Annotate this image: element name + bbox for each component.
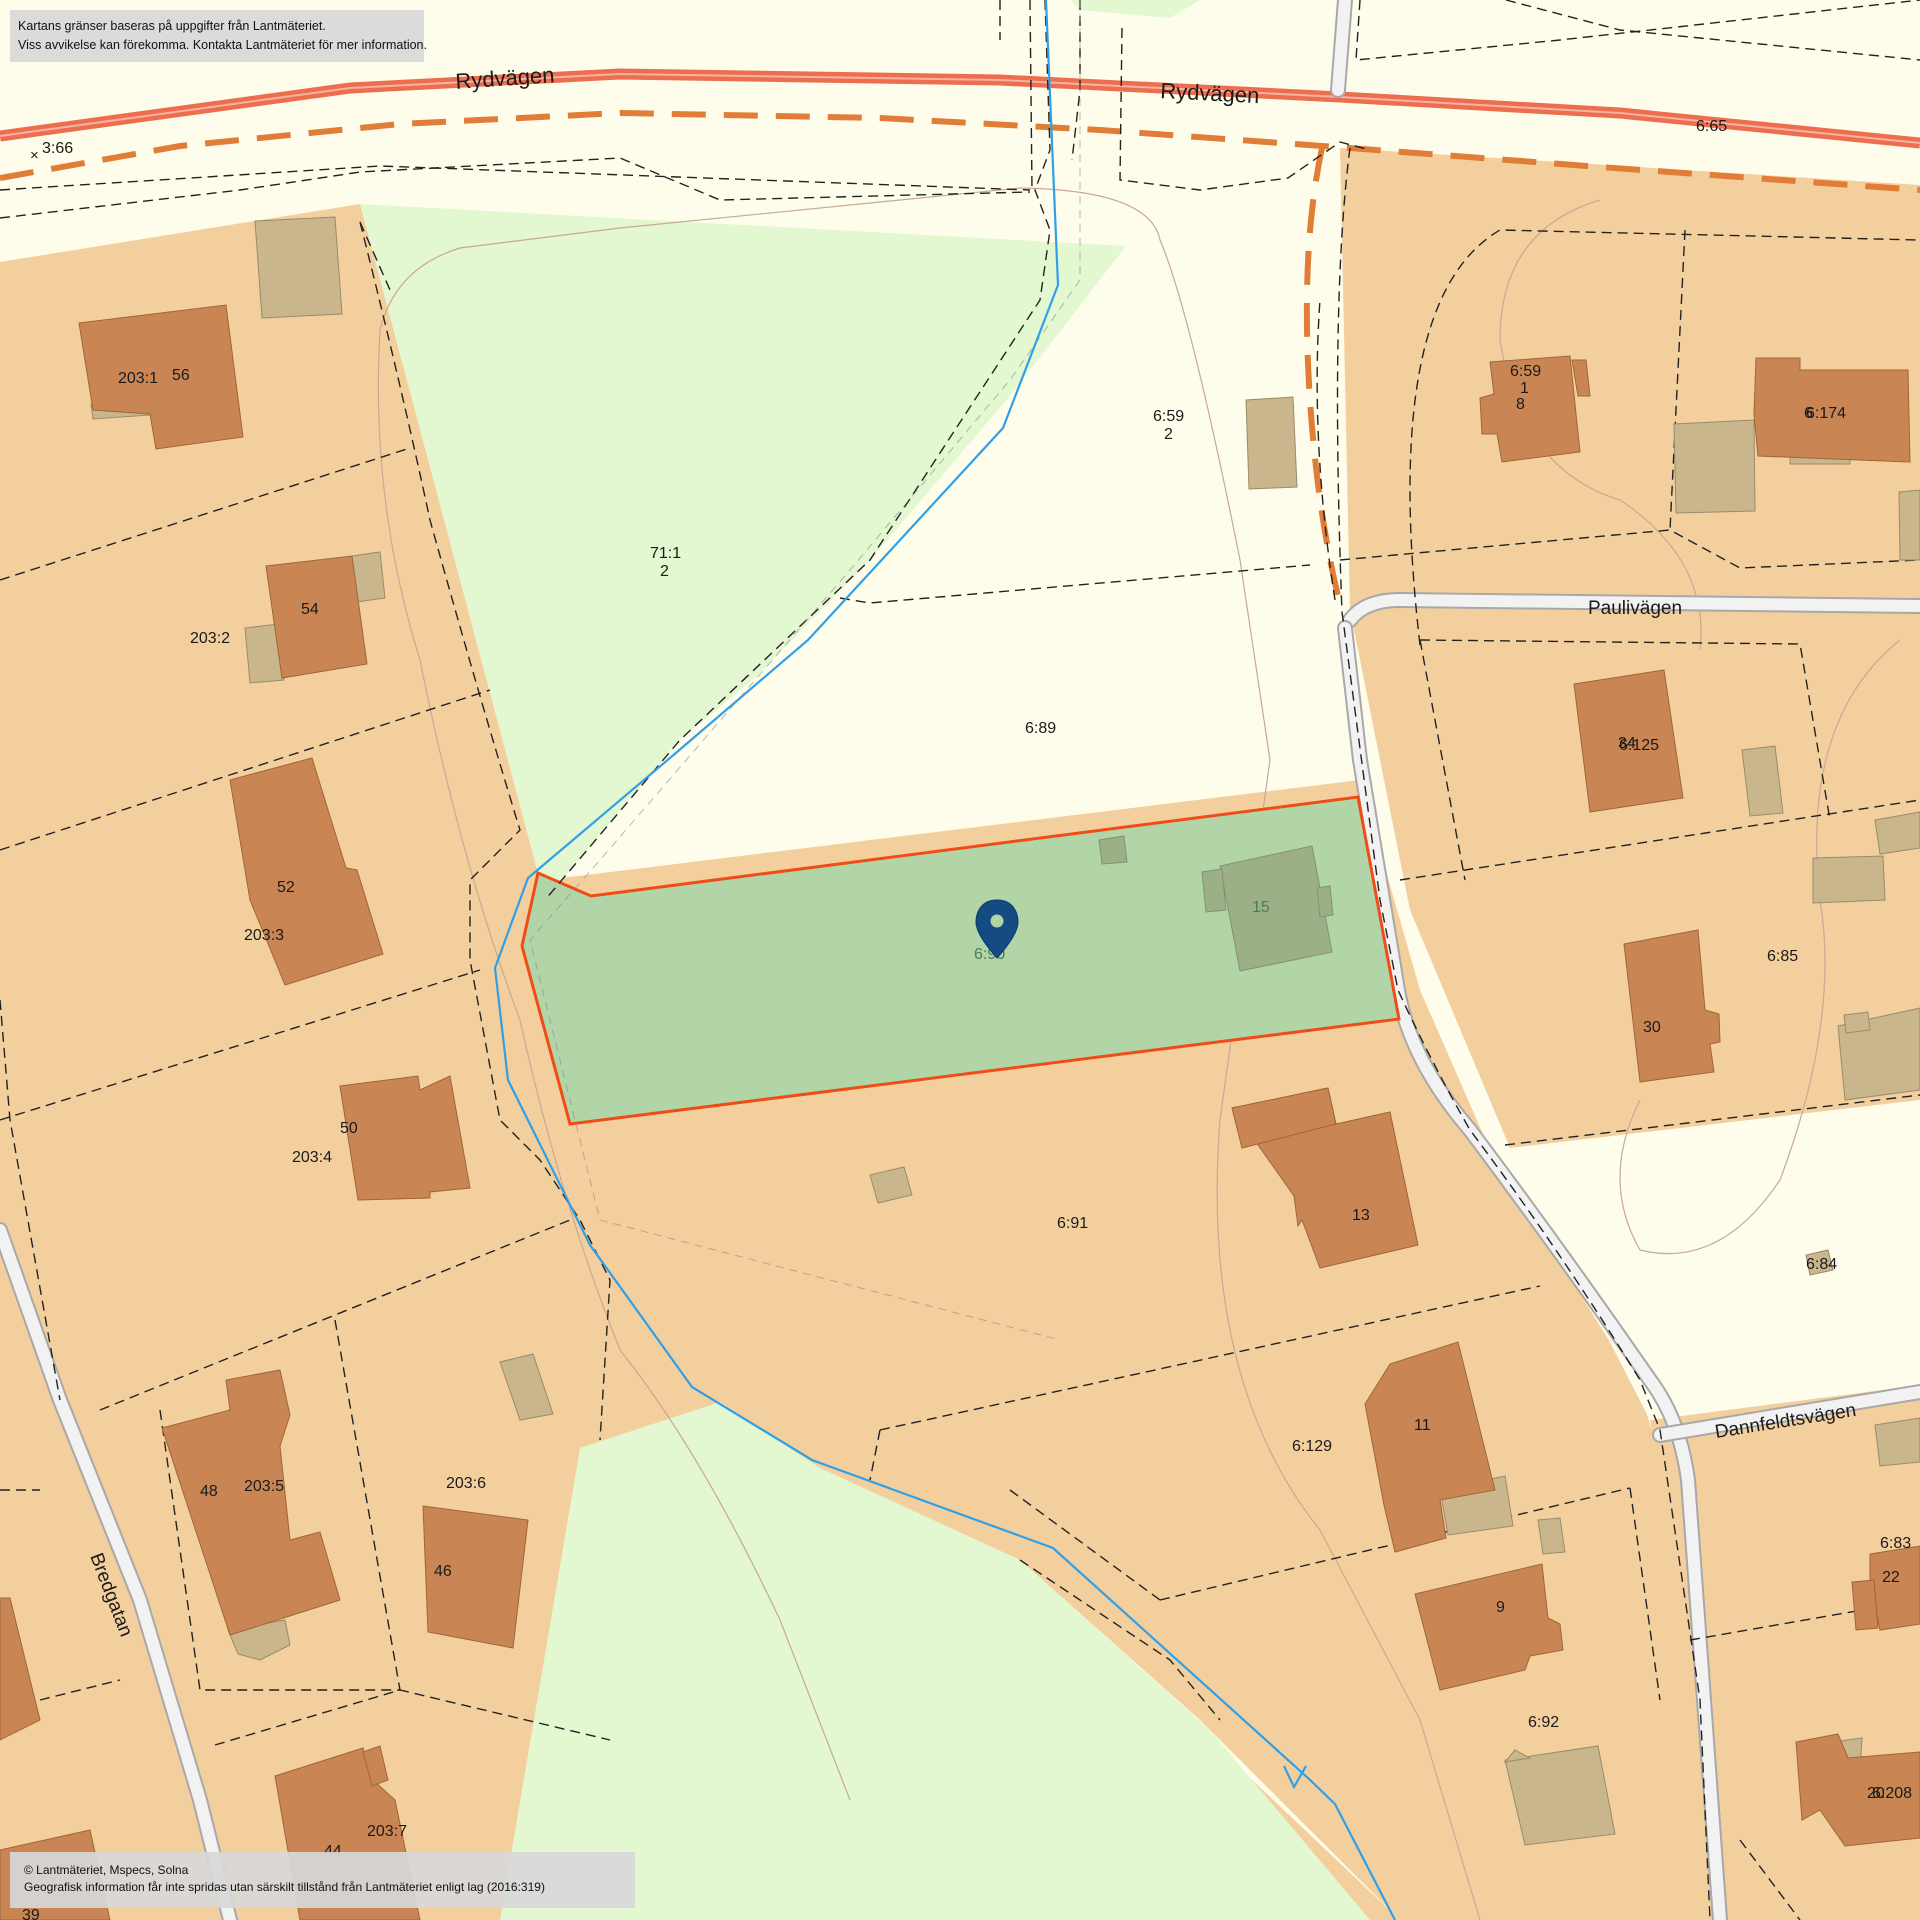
parcel-label: 6:85	[1767, 948, 1798, 965]
house-number: 13	[1352, 1207, 1370, 1224]
map-copyright: © Lantmäteriet, Mspecs, Solna Geografisk…	[10, 1852, 635, 1908]
outbuilding	[1673, 419, 1756, 514]
road-label-paulivagen: Paulivägen	[1588, 598, 1682, 619]
property-map[interactable]: Rydvägen Rydvägen Paulivägen Dannfeldtsv…	[0, 0, 1920, 1920]
outbuilding	[254, 216, 343, 319]
map-disclaimer: Kartans gränser baseras på uppgifter frå…	[10, 10, 427, 62]
outbuilding	[1843, 1011, 1871, 1034]
parcel-label: 203:6	[446, 1475, 486, 1492]
house-number: 34	[1618, 735, 1636, 752]
parcel-label: 203:7	[367, 1823, 407, 1840]
house-number: 22	[1882, 1569, 1900, 1586]
house-number: 56	[172, 367, 190, 384]
parcel-label: 6:83	[1880, 1535, 1911, 1552]
parcel-label: 71:1	[650, 545, 681, 562]
parcel-label: 6:129	[1292, 1438, 1332, 1455]
parcel-label: 6:59	[1153, 408, 1184, 425]
parcel-label: 6:65	[1696, 118, 1727, 135]
outbuilding	[1537, 1517, 1566, 1555]
house-number: 9	[1496, 1599, 1505, 1616]
shed	[1098, 835, 1128, 865]
house-15	[1219, 845, 1333, 972]
house-number: 20	[1867, 1785, 1885, 1802]
parcel-label: 2	[660, 563, 669, 580]
copyright-line: © Lantmäteriet, Mspecs, Solna	[24, 1863, 189, 1877]
house-number: 6	[1804, 405, 1813, 422]
house-number: 8	[1516, 396, 1525, 413]
house-15-annex	[1201, 868, 1227, 913]
house-number: 54	[301, 601, 319, 618]
disclaimer-line: Viss avvikelse kan förekomma. Kontakta L…	[18, 38, 427, 52]
house-number: 46	[434, 1563, 452, 1580]
parcel-label: 2	[1164, 426, 1173, 443]
parcel-label: 203:5	[244, 1478, 284, 1495]
parcel-label: 6:84	[1806, 1256, 1837, 1273]
outbuilding	[1504, 1745, 1616, 1846]
parcel-label: 203:1	[118, 370, 158, 387]
parcel-label: 6:89	[1025, 720, 1056, 737]
house-number: 39	[22, 1907, 40, 1920]
house-number: 48	[200, 1483, 218, 1500]
parcel-label: 1	[1520, 380, 1529, 397]
house-number: 15	[1252, 899, 1270, 916]
house-number: 11	[1414, 1417, 1431, 1434]
outbuilding	[1874, 1417, 1920, 1467]
house-number: 50	[340, 1120, 358, 1137]
parcel-label: 203:4	[292, 1149, 332, 1166]
outbuilding	[1898, 489, 1920, 561]
parcel-label: 203:3	[244, 927, 284, 944]
parcel-label: 6:92	[1528, 1714, 1559, 1731]
house-15-annex	[1316, 885, 1334, 918]
cross-mark-icon: ×	[30, 147, 39, 164]
road-label-rydvagen-east: Rydvägen	[1160, 78, 1260, 108]
parcel-label: 6:59	[1510, 363, 1541, 380]
disclaimer-line: Kartans gränser baseras på uppgifter frå…	[18, 19, 326, 33]
outbuilding	[1874, 811, 1920, 855]
outbuilding	[1245, 396, 1298, 490]
parcel-label: 6:91	[1057, 1215, 1088, 1232]
house-22-annex	[1851, 1579, 1879, 1631]
house-number: 30	[1643, 1019, 1661, 1036]
house-50	[339, 1075, 471, 1201]
outbuilding	[1812, 855, 1886, 904]
house-number: 52	[277, 879, 295, 896]
copyright-line: Geografisk information får inte spridas …	[24, 1880, 545, 1894]
parcel-label: 203:2	[190, 630, 230, 647]
parcel-label: 3:66	[42, 140, 73, 157]
